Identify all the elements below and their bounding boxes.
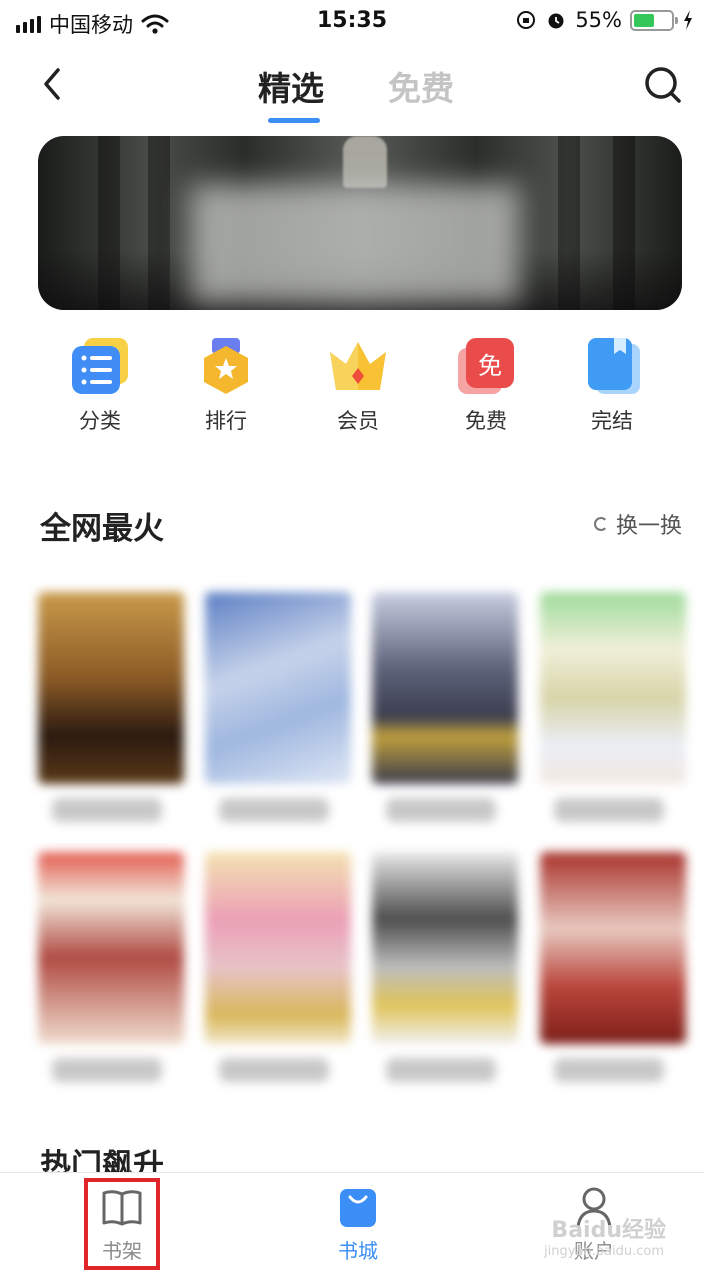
book-title-blurred [554, 1058, 664, 1082]
promo-banner[interactable] [38, 136, 682, 310]
book-title-blurred [219, 798, 329, 822]
tab-label: 书城 [338, 1239, 378, 1263]
book-card[interactable] [540, 592, 686, 822]
refresh-icon [593, 517, 608, 531]
rotation-lock-icon [517, 11, 536, 29]
alarm-icon [548, 13, 564, 29]
tab-free[interactable]: 免费 [388, 62, 454, 110]
active-tab-indicator [268, 118, 320, 123]
category-free[interactable]: 免 免费 [426, 336, 546, 435]
book-title-blurred [52, 798, 162, 822]
category-ranking[interactable]: 排行 [166, 336, 286, 435]
book-card[interactable] [372, 592, 518, 822]
bookshelf-highlight-box [84, 1178, 160, 1270]
book-cover [205, 592, 351, 784]
section-title-hot: 全网最火 [40, 511, 164, 547]
bookstore-bag-icon [336, 1185, 380, 1229]
tab-bookstore[interactable]: 书城 [313, 1185, 403, 1264]
category-row: 分类 排行 会员 免 免费 完结 [40, 336, 670, 436]
book-title-blurred [52, 1058, 162, 1082]
watermark-url: jingyan.baidu.com [544, 1244, 664, 1259]
book-title-blurred [386, 1058, 496, 1082]
category-vip[interactable]: 会员 [298, 336, 418, 435]
battery-percent: 55% [575, 8, 622, 32]
ranking-badge-icon [196, 336, 256, 396]
book-cover [372, 852, 518, 1044]
book-card[interactable] [372, 852, 518, 1082]
top-nav: 精选 免费 [0, 44, 704, 128]
crown-icon [328, 336, 388, 396]
book-title-blurred [386, 798, 496, 822]
book-title-blurred [219, 1058, 329, 1082]
book-card[interactable] [205, 852, 351, 1082]
finished-book-icon [582, 336, 642, 396]
book-cover [38, 852, 184, 1044]
category-label: 分类 [79, 409, 121, 433]
chevron-left-icon[interactable] [36, 64, 72, 104]
category-label: 完结 [591, 409, 633, 433]
refresh-button[interactable]: 换一换 [593, 508, 682, 540]
book-cover [205, 852, 351, 1044]
banner-figure [343, 136, 387, 188]
svg-text:免: 免 [478, 352, 502, 380]
free-badge-icon: 免 [456, 336, 516, 396]
status-bar: 中国移动 15:35 55% [0, 0, 704, 44]
book-cover [540, 852, 686, 1044]
charging-icon [684, 10, 692, 30]
book-cover [372, 592, 518, 784]
category-label: 免费 [465, 409, 507, 433]
watermark-logo: Baidu经验 [551, 1218, 666, 1243]
category-finished[interactable]: 完结 [552, 336, 672, 435]
refresh-label: 换一换 [615, 514, 682, 539]
book-card[interactable] [38, 592, 184, 822]
book-cover [540, 592, 686, 784]
book-card[interactable] [540, 852, 686, 1082]
tab-featured[interactable]: 精选 [258, 62, 324, 110]
list-icon [70, 336, 130, 396]
book-card[interactable] [205, 592, 351, 822]
book-cover [38, 592, 184, 784]
book-card[interactable] [38, 852, 184, 1082]
category-classify[interactable]: 分类 [40, 336, 160, 435]
search-icon[interactable] [642, 64, 684, 106]
category-label: 排行 [205, 409, 247, 433]
category-label: 会员 [337, 409, 379, 433]
book-title-blurred [554, 798, 664, 822]
battery-icon [630, 9, 678, 31]
banner-title-blurred [190, 184, 520, 304]
